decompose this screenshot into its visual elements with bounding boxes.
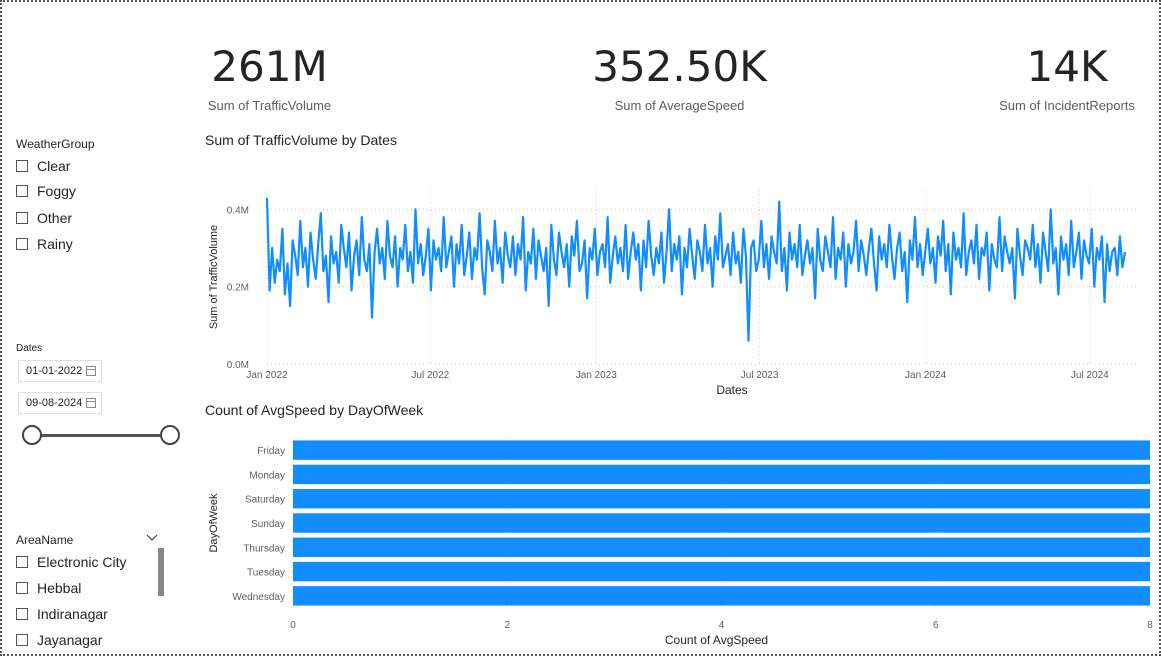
kpi-traffic-volume: 261M Sum of TrafficVolume (197, 42, 342, 114)
end-date-input[interactable]: 09-08-2024 (18, 392, 102, 414)
kpi-label: Sum of AverageSpeed (614, 98, 745, 113)
x-tick-label: 0 (290, 620, 296, 631)
kpi-value: 261M (211, 42, 328, 91)
chevron-down-icon[interactable] (146, 533, 158, 543)
y-tick-label: Thursday (243, 543, 285, 554)
x-axis-title: Count of AvgSpeed (665, 633, 768, 647)
bar-chart-title: Count of AvgSpeed by DayOfWeek (205, 402, 424, 418)
bar-friday (293, 440, 1150, 460)
checkbox[interactable] (16, 634, 28, 646)
weather-slicer-title: WeatherGroup (16, 137, 95, 151)
kpi-average-speed: 352.50K Sum of AverageSpeed (587, 42, 772, 114)
date-range-track[interactable] (32, 434, 170, 437)
traffic-volume-series-line (265, 197, 1127, 342)
bar-tuesday (293, 561, 1150, 582)
y-tick-label: 0.2M (227, 283, 249, 294)
x-axis-title: Dates (716, 383, 747, 397)
report-canvas: 261M Sum of TrafficVolume 352.50K Sum of… (0, 0, 1161, 656)
x-tick-label: 2 (504, 620, 510, 631)
x-tick-label: Jan 2024 (905, 370, 947, 381)
option-label: Foggy (37, 183, 76, 199)
checkbox[interactable] (16, 582, 28, 594)
date-range-start-handle[interactable] (22, 425, 42, 445)
y-tick-label: Friday (257, 446, 285, 457)
calendar-icon[interactable] (86, 366, 96, 376)
y-tick-label: Wednesday (232, 592, 285, 603)
checkbox[interactable] (16, 212, 28, 224)
area-option-hebbal[interactable]: Hebbal (16, 580, 81, 596)
checkbox[interactable] (16, 185, 28, 197)
y-tick-label: Tuesday (247, 568, 285, 579)
weather-option-foggy[interactable]: Foggy (16, 183, 76, 199)
line-chart-title: Sum of TrafficVolume by Dates (205, 132, 397, 148)
end-date-value: 09-08-2024 (26, 397, 83, 409)
x-tick-label: Jul 2023 (741, 370, 779, 381)
y-tick-label: Sunday (251, 519, 285, 530)
kpi-label: Sum of IncidentReports (999, 98, 1135, 113)
checkbox[interactable] (16, 608, 28, 620)
traffic-volume-line-chart[interactable]: 0.0M0.2M0.4MJan 2022 Jul 2022 Jan 2023 Jul … (197, 152, 1147, 402)
area-slicer-scrollbar[interactable] (158, 548, 164, 596)
option-label: Other (37, 210, 73, 226)
option-label: Hebbal (37, 580, 82, 596)
option-label: Electronic City (37, 554, 127, 570)
x-tick-label: Jan 2023 (576, 370, 618, 381)
kpi-value: 14K (1026, 42, 1108, 91)
weather-option-rainy[interactable]: Rainy (16, 236, 73, 252)
calendar-icon[interactable] (86, 398, 96, 408)
x-tick-label: Jan 2022 (246, 370, 288, 381)
bar-wednesday (293, 586, 1150, 606)
y-axis-title: DayOfWeek (208, 493, 220, 553)
checkbox[interactable] (16, 238, 28, 250)
checkbox[interactable] (16, 160, 28, 172)
y-axis-title: Sum of TrafficVolume (208, 225, 220, 329)
area-option-electronic-city[interactable]: Electronic City (16, 554, 126, 570)
kpi-label: Sum of TrafficVolume (207, 98, 332, 113)
start-date-input[interactable]: 01-01-2022 (18, 360, 102, 382)
option-label: Clear (37, 158, 71, 174)
area-option-indiranagar[interactable]: Indiranagar (16, 606, 108, 622)
date-slicer-title: Dates (16, 343, 43, 354)
bar-sunday (293, 513, 1150, 533)
y-tick-label: Monday (249, 470, 285, 481)
bar-thursday (293, 537, 1150, 557)
option-label: Jayanagar (37, 632, 103, 648)
start-date-value: 01-01-2022 (26, 365, 83, 377)
weather-option-clear[interactable]: Clear (16, 158, 70, 174)
bar-monday (293, 464, 1150, 485)
option-label: Rainy (37, 236, 73, 252)
weather-option-other[interactable]: Other (16, 210, 72, 226)
y-tick-label: Saturday (245, 495, 285, 506)
avgspeed-bar-chart[interactable]: 0 2 4 6 8 Friday Monday Saturday Sunday Thursday T… (197, 424, 1157, 652)
option-label: Indiranagar (37, 606, 108, 622)
x-tick-label: Jul 2024 (1071, 370, 1109, 381)
x-tick-label: 4 (719, 620, 725, 631)
area-option-jayanagar[interactable]: Jayanagar (16, 632, 102, 648)
kpi-incident-reports: 14K Sum of IncidentReports (987, 42, 1147, 114)
kpi-value: 352.50K (592, 42, 767, 91)
date-range-end-handle[interactable] (160, 425, 180, 445)
y-tick-label: 0.4M (227, 205, 249, 216)
area-slicer-title: AreaName (16, 533, 74, 547)
x-tick-label: Jul 2022 (411, 370, 449, 381)
bar-saturday (293, 489, 1150, 509)
x-tick-label: 6 (933, 620, 939, 631)
checkbox[interactable] (16, 556, 28, 568)
x-tick-label: 8 (1147, 620, 1153, 631)
